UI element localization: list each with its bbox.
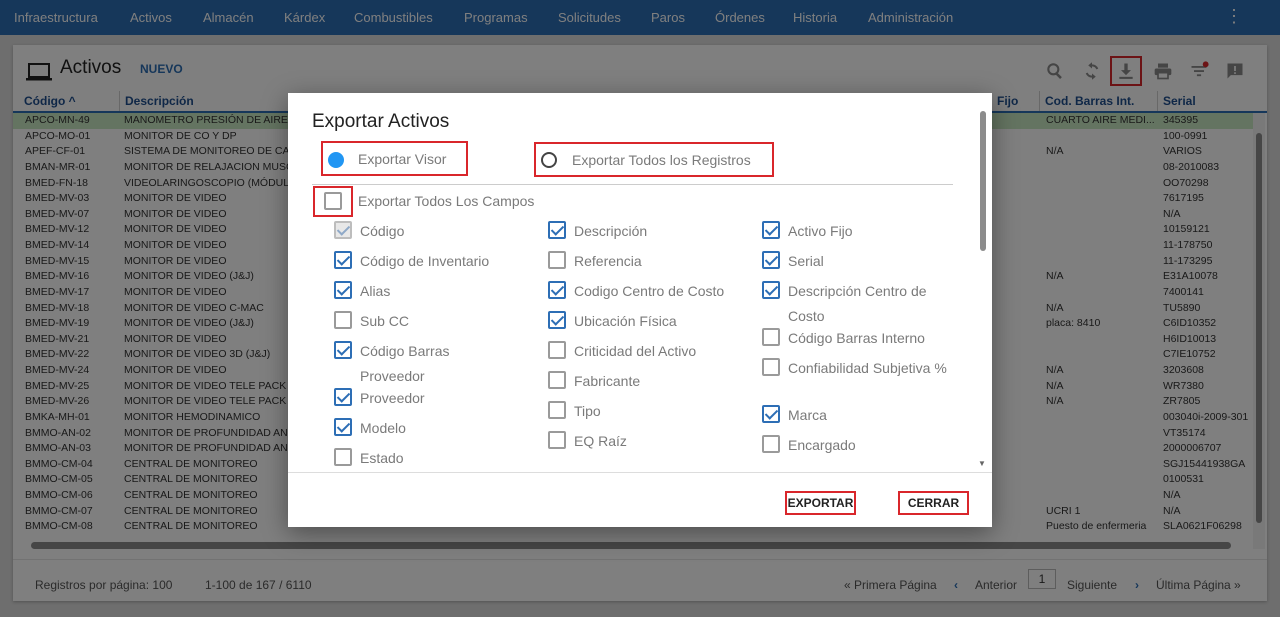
field-label: Descripción xyxy=(574,223,648,239)
close-button[interactable]: CERRAR xyxy=(898,491,969,515)
field-label: Descripción Centro de Costo xyxy=(788,283,927,324)
field-label: Proveedor xyxy=(360,390,425,406)
export-button[interactable]: EXPORTAR xyxy=(785,491,856,515)
field-checkbox[interactable] xyxy=(762,328,780,346)
field-label: Ubicación Física xyxy=(574,313,677,329)
field-checkbox[interactable] xyxy=(548,281,566,299)
field-checkbox[interactable] xyxy=(548,221,566,239)
export-visor-label[interactable]: Exportar Visor xyxy=(358,151,446,167)
field-checkbox[interactable] xyxy=(334,281,352,299)
field-checkbox[interactable] xyxy=(548,311,566,329)
field-checkbox[interactable] xyxy=(548,431,566,449)
field-label: Criticidad del Activo xyxy=(574,343,697,359)
field-checkbox[interactable] xyxy=(762,405,780,423)
field-checkbox[interactable] xyxy=(548,401,566,419)
field-label: Activo Fijo xyxy=(788,223,853,239)
field-checkbox[interactable] xyxy=(762,435,780,453)
scroll-down-icon[interactable]: ▼ xyxy=(978,459,986,468)
field-label: Alias xyxy=(360,283,391,299)
field-checkbox[interactable] xyxy=(334,448,352,466)
export-all-records-label[interactable]: Exportar Todos los Registros xyxy=(572,152,751,168)
field-label: Estado xyxy=(360,450,404,466)
field-label: Confiabilidad Subjetiva % xyxy=(788,360,947,376)
export-all-fields-checkbox[interactable] xyxy=(324,192,342,210)
field-label: Código de Inventario xyxy=(360,253,490,269)
field-checkbox[interactable] xyxy=(334,251,352,269)
field-label: Código Barras Interno xyxy=(788,330,925,346)
dialog-title: Exportar Activos xyxy=(312,111,450,132)
field-label: Encargado xyxy=(788,437,856,453)
radio-selected-icon[interactable] xyxy=(328,152,344,168)
field-label: Codigo Centro de Costo xyxy=(574,283,725,299)
field-label: Sub CC xyxy=(360,313,410,329)
field-checkbox[interactable] xyxy=(334,221,352,239)
field-label: Código Barras Proveedor xyxy=(360,343,450,384)
field-label: EQ Raíz xyxy=(574,433,627,449)
field-label: Referencia xyxy=(574,253,642,269)
divider xyxy=(312,184,953,185)
field-checkbox[interactable] xyxy=(334,311,352,329)
dialog-footer-divider xyxy=(288,472,992,473)
field-checkbox[interactable] xyxy=(548,371,566,389)
field-label: Código xyxy=(360,223,405,239)
field-checkbox[interactable] xyxy=(762,221,780,239)
export-dialog: Exportar Activos Exportar Visor Exportar… xyxy=(288,93,992,527)
radio-unselected-icon[interactable] xyxy=(541,152,557,168)
field-label: Tipo xyxy=(574,403,601,419)
field-checkbox[interactable] xyxy=(334,388,352,406)
field-label: Fabricante xyxy=(574,373,641,389)
dialog-scrollbar[interactable] xyxy=(978,111,988,469)
export-all-fields-label: Exportar Todos Los Campos xyxy=(358,193,535,209)
field-label: Modelo xyxy=(360,420,406,436)
field-checkbox[interactable] xyxy=(548,251,566,269)
field-checkbox[interactable] xyxy=(548,341,566,359)
field-checkbox[interactable] xyxy=(762,251,780,269)
field-label: Serial xyxy=(788,253,824,269)
field-checkbox[interactable] xyxy=(334,341,352,359)
field-checkbox[interactable] xyxy=(334,418,352,436)
field-checkbox[interactable] xyxy=(762,358,780,376)
field-label: Marca xyxy=(788,407,827,423)
field-checkbox[interactable] xyxy=(762,281,780,299)
